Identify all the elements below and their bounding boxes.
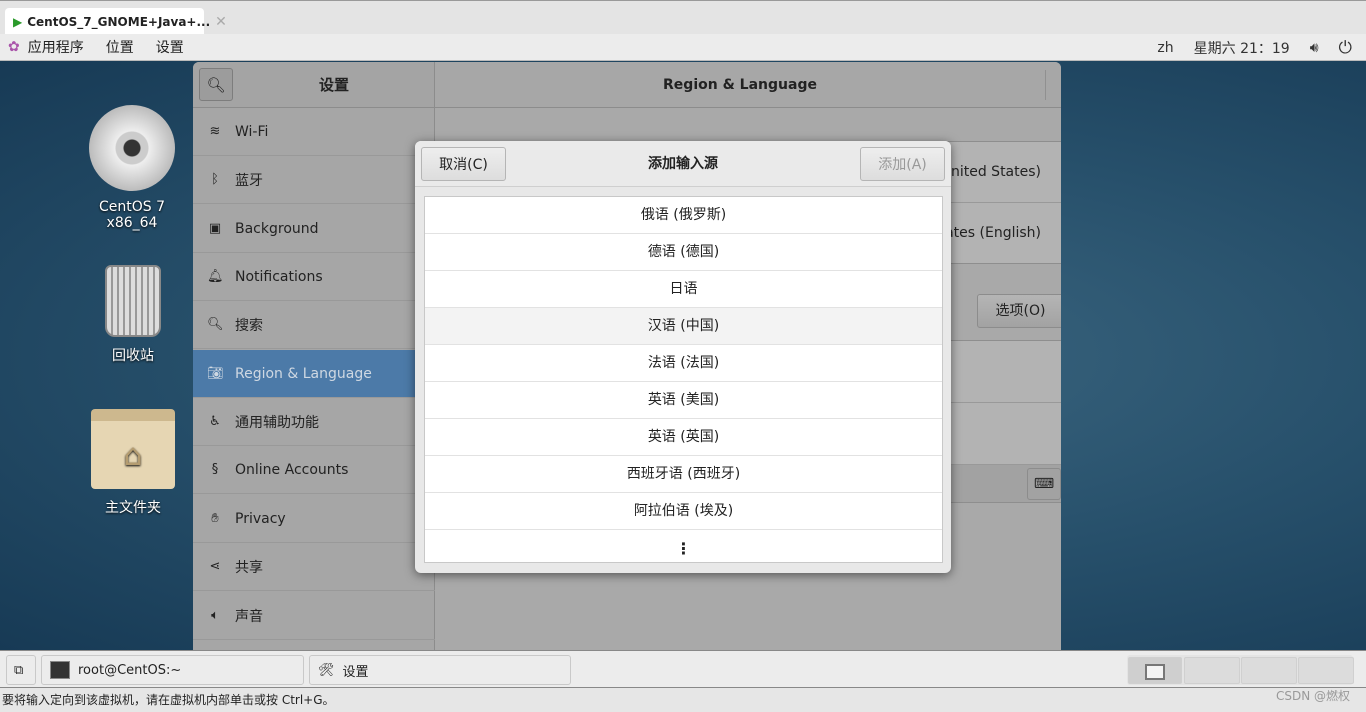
sidebar-item-label: 搜索 (235, 317, 263, 334)
list-item[interactable]: 英语 (英国) (425, 419, 942, 456)
wifi-icon: ≋ (209, 124, 221, 139)
status-text: 要将输入定向到该虚拟机，请在虚拟机内部单击或按 Ctrl+G。 (2, 693, 335, 707)
menu-settings[interactable]: 设置 (156, 37, 184, 57)
sidebar-item-search[interactable]: 🔍︎ 搜索 (193, 301, 435, 349)
sidebar-item-sound[interactable]: 🔈︎ 声音 (193, 592, 435, 640)
sidebar-item-label: 通用辅助功能 (235, 414, 319, 431)
list-item[interactable]: 法语 (法国) (425, 345, 942, 382)
workspace-3[interactable] (1241, 657, 1297, 684)
taskbar-item-label: root@CentOS:~ (78, 662, 182, 678)
accessibility-icon: ♿︎ (209, 414, 221, 429)
keyboard-icon[interactable]: ⌨ (1027, 468, 1061, 500)
sidebar-item-notifications[interactable]: 🔔︎ Notifications (193, 253, 435, 301)
window-title: Region & Language (663, 77, 817, 93)
camera-icon: 📷︎ (207, 366, 224, 381)
sidebar-header: 🔍︎ 设置 (193, 62, 435, 108)
taskbar-item-terminal[interactable]: root@CentOS:~ (41, 655, 304, 685)
sidebar-item-privacy[interactable]: ✋︎ Privacy (193, 495, 435, 543)
sidebar-item-label: Wi-Fi (235, 123, 269, 140)
list-item[interactable]: 日语 (425, 271, 942, 308)
add-button[interactable]: 添加(A) (860, 147, 945, 181)
header-bar: Region & Language _ □ ✕ (435, 62, 1061, 108)
bell-icon: 🔔︎ (207, 269, 224, 284)
list-item[interactable]: 德语 (德国) (425, 234, 942, 271)
list-item[interactable]: 阿拉伯语 (埃及) (425, 493, 942, 530)
sidebar-item-sharing[interactable]: ⋖ 共享 (193, 543, 435, 591)
sidebar-item-label: Notifications (235, 268, 323, 285)
bluetooth-icon: ᛒ (211, 172, 219, 187)
show-desktop-icon: ⧉ (14, 662, 24, 678)
desktop-icon-label: 回收站 (112, 348, 154, 364)
cancel-button[interactable]: 取消(C) (421, 147, 506, 181)
search-icon: 🔍︎ (207, 317, 224, 332)
volume-icon[interactable]: 🔊︎ (1310, 40, 1319, 56)
desktop-icon-label: CentOS 7 x86_64 (98, 199, 165, 231)
disc-icon (89, 105, 175, 191)
desktop-icon-trash[interactable]: 回收站 (73, 265, 193, 365)
sidebar-item-label: 蓝牙 (235, 172, 263, 189)
sidebar-item-label: Background (235, 220, 319, 237)
power-icon[interactable]: ⏻ (1339, 38, 1352, 58)
sidebar-item-bluetooth[interactable]: ᛒ 蓝牙 (193, 156, 435, 204)
folder-icon: ⌂ (91, 409, 175, 489)
share-icon: ⋖ (209, 559, 221, 574)
more-options-icon[interactable]: ⋮ (425, 530, 942, 567)
list-item[interactable]: 英语 (美国) (425, 382, 942, 419)
sidebar-item-label: 共享 (235, 559, 263, 576)
workspace-2[interactable] (1184, 657, 1240, 684)
list-item[interactable]: 西班牙语 (西班牙) (425, 456, 942, 493)
taskbar-item-settings[interactable]: 🛠︎ 设置 (309, 655, 571, 685)
workspace-1[interactable] (1128, 657, 1182, 684)
list-item[interactable]: 汉语 (中国) (425, 308, 942, 345)
vm-tab-title: CentOS_7_GNOME+Java+... (27, 14, 211, 29)
sidebar-item-label: Privacy (235, 510, 286, 527)
vm-status-bar: 要将输入定向到该虚拟机，请在虚拟机内部单击或按 Ctrl+G。 CSDN @燃权 (0, 688, 1366, 709)
options-button[interactable]: 选项(O) (977, 294, 1061, 328)
vm-tab[interactable]: ▶ CentOS_7_GNOME+Java+... ✕ (5, 8, 227, 35)
sidebar-item-label: Region & Language (235, 365, 372, 382)
menu-places[interactable]: 位置 (106, 37, 134, 57)
input-method-indicator[interactable]: zh (1157, 40, 1173, 56)
desktop-icon-label: 主文件夹 (105, 500, 161, 516)
background-icon: ▣ (208, 221, 222, 236)
taskbar: ⧉ root@CentOS:~ 🛠︎ 设置 (0, 650, 1366, 688)
minimize-button[interactable]: _ (1049, 62, 1061, 108)
desktop-icon-home-folder[interactable]: ⌂ 主文件夹 (73, 409, 193, 517)
clock[interactable]: 星期六 21：19 (1194, 38, 1290, 58)
hand-icon: ✋︎ (211, 511, 219, 526)
list-item[interactable]: 俄语 (俄罗斯) (425, 197, 942, 234)
show-desktop-button[interactable]: ⧉ (6, 655, 36, 685)
desktop-icon-cdrom[interactable]: CentOS 7 x86_64 (72, 105, 192, 231)
close-tab-icon[interactable]: ✕ (215, 14, 227, 30)
add-input-source-dialog: 添加输入源 取消(C) 添加(A) 俄语 (俄罗斯) 德语 (德国) 日语 汉语… (415, 141, 951, 573)
terminal-icon (50, 661, 70, 679)
menu-applications[interactable]: 应用程序 (28, 37, 84, 57)
dialog-header: 添加输入源 取消(C) 添加(A) (415, 141, 951, 187)
sidebar-item-label: Online Accounts (235, 461, 349, 478)
sidebar-item-label: 声音 (235, 608, 263, 625)
speaker-icon: 🔈︎ (211, 608, 219, 623)
search-button[interactable]: 🔍︎ (199, 68, 233, 101)
sidebar-item-region-language[interactable]: 📷︎ Region & Language (193, 350, 435, 398)
tools-icon: 🛠︎ (318, 662, 335, 678)
sidebar: ≋ Wi-Fi ᛒ 蓝牙 ▣ Background 🔔︎ Notifications 🔍… (193, 108, 435, 650)
taskbar-item-label: 设置 (342, 664, 369, 680)
sidebar-item-wifi[interactable]: ≋ Wi-Fi (193, 108, 435, 156)
workspace-4[interactable] (1298, 657, 1354, 684)
vm-tab-bar: ▶ CentOS_7_GNOME+Java+... ✕ (0, 0, 1366, 35)
formats-value: tates (English) (939, 225, 1041, 241)
sidebar-item-accessibility[interactable]: ♿︎ 通用辅助功能 (193, 398, 435, 446)
sidebar-title: 设置 (318, 76, 349, 94)
watermark: CSDN @燃权 (1275, 689, 1350, 703)
language-list: 俄语 (俄罗斯) 德语 (德国) 日语 汉语 (中国) 法语 (法国) 英语 (… (424, 196, 943, 563)
trash-icon (105, 265, 161, 337)
sidebar-item-background[interactable]: ▣ Background (193, 205, 435, 253)
vm-icon: ▶ (13, 14, 23, 29)
language-value: United States) (940, 164, 1041, 180)
gnome-logo-icon: ✿ (8, 39, 20, 55)
sidebar-item-online-accounts[interactable]: § Online Accounts (193, 446, 435, 494)
search-icon: 🔍︎ (206, 75, 226, 94)
online-accounts-icon: § (211, 462, 219, 477)
